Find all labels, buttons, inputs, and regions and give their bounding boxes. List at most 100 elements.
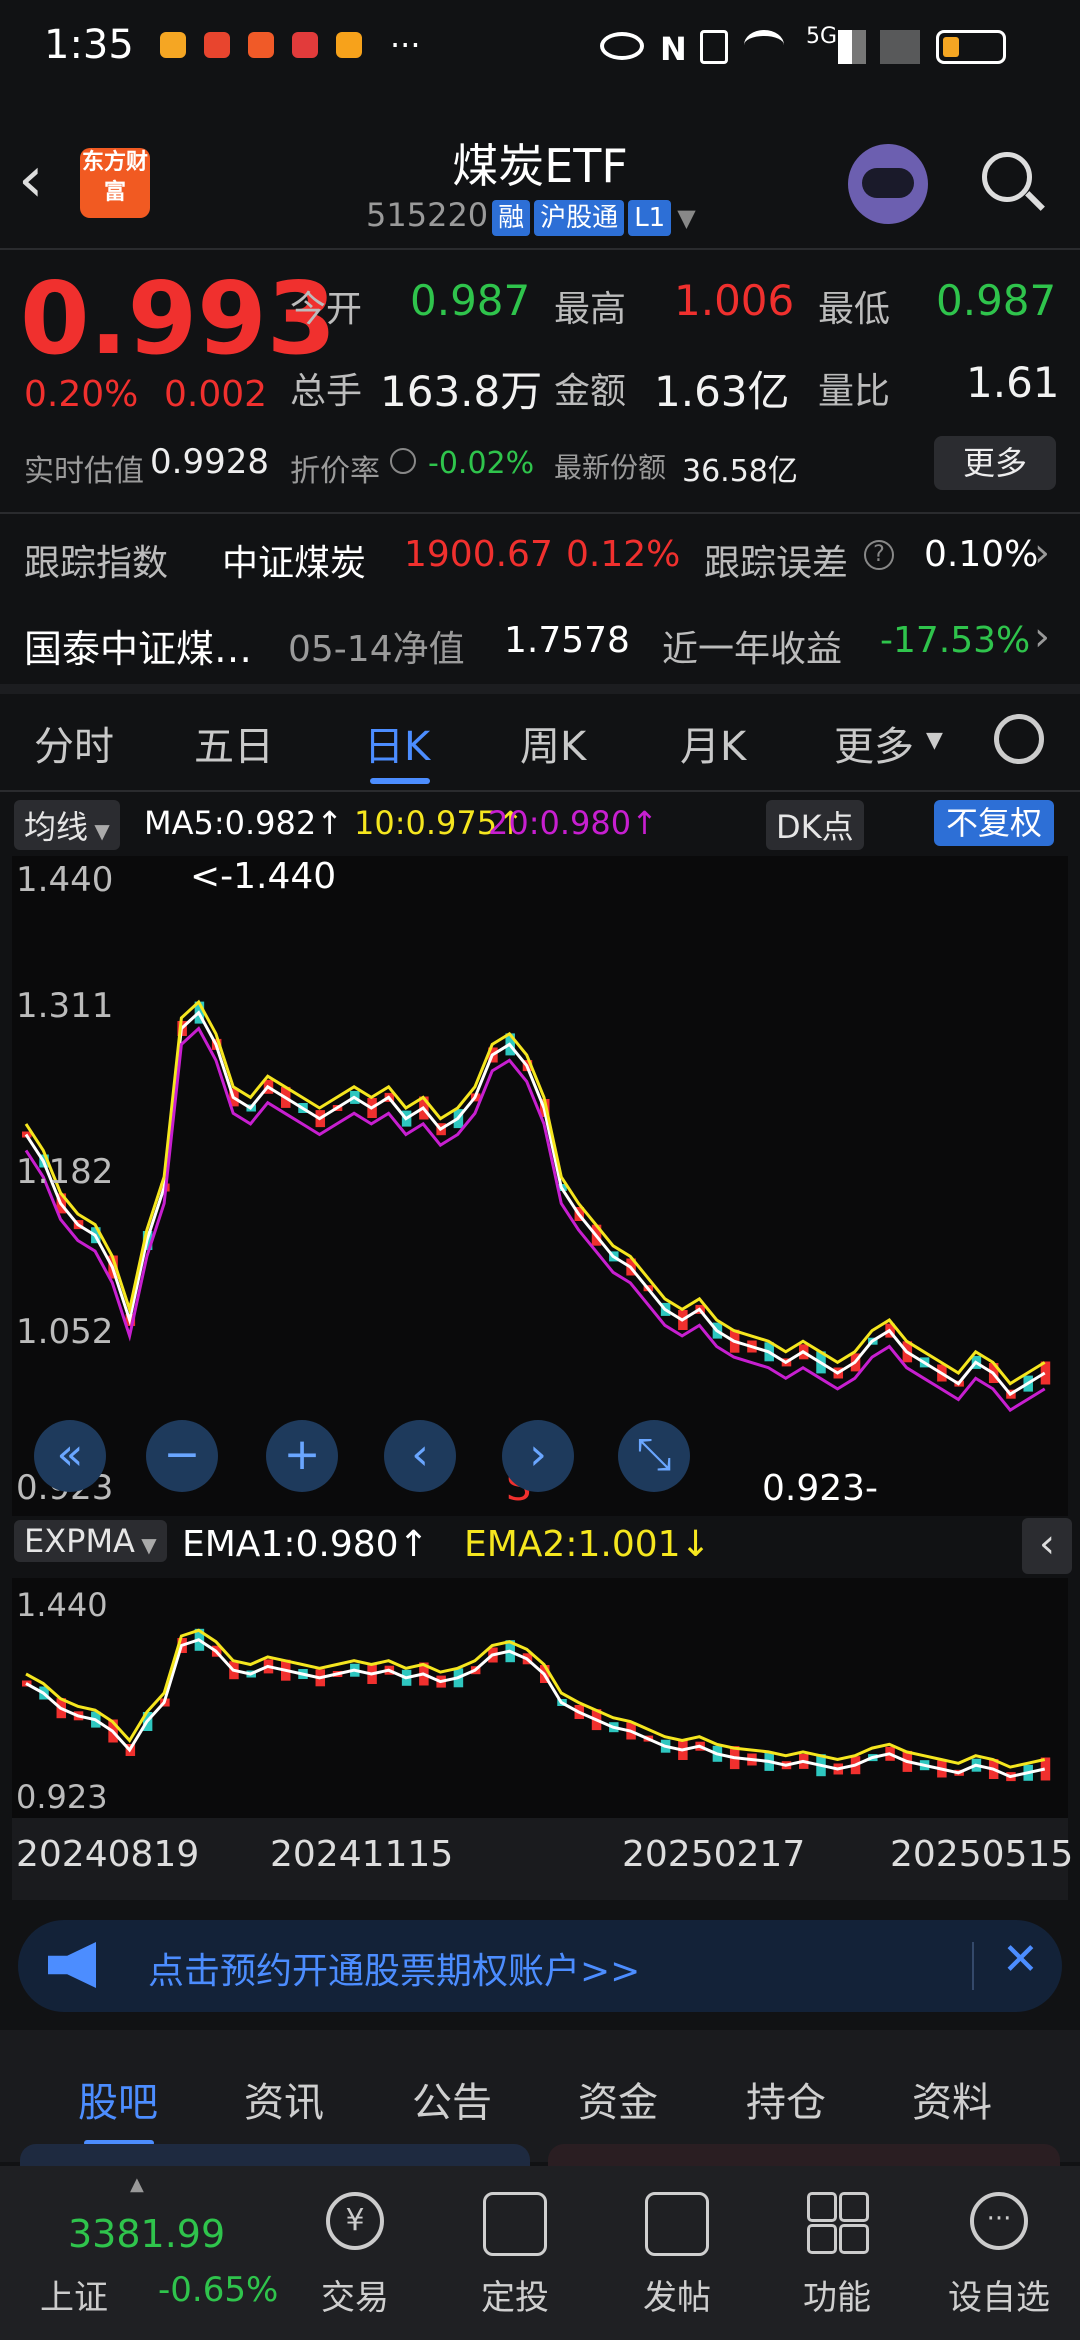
divider <box>0 248 1080 250</box>
app-icon <box>248 32 274 58</box>
nav-post[interactable]: 发帖 <box>612 2166 742 2340</box>
high-label: 最高 <box>554 289 627 330</box>
edit-icon <box>645 2192 709 2256</box>
adjust-button[interactable]: 不复权 <box>934 800 1055 846</box>
tab-forum[interactable]: 股吧 <box>78 2070 158 2128</box>
divider <box>0 790 1080 792</box>
date-axis: 20240819 20241115 20250217 20250515 <box>12 1818 1073 1900</box>
robot-avatar[interactable] <box>848 144 928 224</box>
help-icon[interactable]: ? <box>864 540 894 570</box>
close-icon[interactable]: ✕ <box>1002 1934 1039 1985</box>
tab-intraday[interactable]: 分时 <box>34 714 114 772</box>
min-annotation: 0.923- <box>762 1468 879 1509</box>
content-tabs: 股吧 资讯 公告 资金 持仓 资料 <box>0 2030 1080 2162</box>
tab-weekly-k[interactable]: 周K <box>520 714 586 772</box>
index-value: 3381.99 <box>68 2212 226 2256</box>
current-price: 0.993 <box>20 260 337 377</box>
dk-point-button[interactable]: DK点 <box>766 800 864 850</box>
index-ticker[interactable]: ▲ 3381.99 上证 -0.65% <box>0 2166 290 2340</box>
zoom-out-button[interactable]: − <box>146 1420 218 1492</box>
chart-tabs: 分时 五日 日K 周K 月K 更多 ▼ <box>0 694 1080 794</box>
iopv-label: 实时估值 <box>24 454 144 489</box>
discount-value: -0.02% <box>428 446 535 481</box>
taobao-icon <box>336 32 362 58</box>
tracking-error-value: 0.10% <box>924 534 1039 575</box>
expand-button[interactable]: ⤡ <box>618 1420 690 1492</box>
app-icon <box>204 32 230 58</box>
tab-profile[interactable]: 资料 <box>912 2070 992 2128</box>
kline-svg <box>22 999 1051 1413</box>
scroll-left-fast-button[interactable]: « <box>34 1420 106 1492</box>
options-banner[interactable]: 点击预约开通股票期权账户>> ✕ <box>18 1920 1062 2012</box>
tab-five-day[interactable]: 五日 <box>194 714 274 772</box>
more-dots-icon: ··· <box>970 2192 1028 2250</box>
date-label: 20250217 <box>622 1834 806 1875</box>
tracking-index-pct: 0.12% <box>566 534 681 575</box>
tracking-index-value: 1900.67 <box>404 534 553 575</box>
ma5-line <box>25 1638 1046 1779</box>
nav-trade[interactable]: ¥ 交易 <box>290 2166 420 2340</box>
tracking-row[interactable]: 跟踪指数 中证煤炭 1900.67 0.12% 跟踪误差 ? 0.10% › <box>0 520 1080 600</box>
y-axis-tick: 1.311 <box>16 986 114 1026</box>
y-axis-tick: 1.052 <box>16 1312 114 1352</box>
fund-row[interactable]: 国泰中证煤… 05-14净值 1.7578 近一年收益 -17.53% › <box>0 600 1080 680</box>
nav-label: 设自选 <box>948 2278 1050 2318</box>
divider <box>0 512 1080 514</box>
scroll-left-button[interactable]: ‹ <box>384 1420 456 1492</box>
ma-selector-label: 均线 <box>24 808 89 846</box>
sub-y-max: 1.440 <box>16 1586 108 1624</box>
nav-functions[interactable]: 功能 <box>772 2166 902 2340</box>
discount-label: 折价率 <box>290 454 380 489</box>
ma5-value: MA5:0.982↑ <box>144 804 344 842</box>
yen-icon: ¥ <box>326 2192 384 2250</box>
ma-selector[interactable]: 均线 ▼ <box>14 800 120 850</box>
battery-icon <box>936 30 1006 64</box>
tab-holdings[interactable]: 持仓 <box>746 2070 826 2128</box>
nav-label: 交易 <box>321 2278 389 2318</box>
tab-funds[interactable]: 资金 <box>578 2070 658 2128</box>
scroll-right-button[interactable]: › <box>502 1420 574 1492</box>
more-button[interactable]: 更多 <box>934 436 1056 490</box>
open-value: 0.987 <box>410 276 531 325</box>
sub-y-min: 0.923 <box>16 1778 108 1816</box>
tab-daily-k[interactable]: 日K <box>364 714 430 772</box>
volume-label: 总手 <box>290 371 363 412</box>
info-icon[interactable] <box>390 448 416 474</box>
chevron-down-icon[interactable]: ▼ <box>677 204 695 232</box>
shares-value: 36.58亿 <box>682 454 798 489</box>
chart-icon <box>483 2192 547 2256</box>
zoom-in-button[interactable]: + <box>266 1420 338 1492</box>
nfc-icon: N <box>660 30 687 68</box>
chevron-right-icon: › <box>1034 614 1050 660</box>
year-return-label: 近一年收益 <box>662 629 843 670</box>
grid-icon <box>807 2192 869 2254</box>
low-value: 0.987 <box>936 276 1057 325</box>
tab-news[interactable]: 资讯 <box>244 2070 324 2128</box>
sub-indicator-selector[interactable]: EXPMA ▼ <box>14 1520 167 1562</box>
nav-label: 05-14净值 <box>288 629 465 670</box>
sub-indicator-label: EXPMA <box>24 1522 135 1560</box>
nav-value: 1.7578 <box>504 620 630 661</box>
change-value: 0.002 <box>164 374 268 415</box>
ema-chart[interactable]: 1.440 0.923 <box>12 1578 1068 1818</box>
change-pct: 0.20% <box>24 374 139 415</box>
tab-announcements[interactable]: 公告 <box>412 2070 492 2128</box>
open-label: 今开 <box>290 289 363 330</box>
signal-icon <box>838 30 866 64</box>
date-label: 20240819 <box>16 1834 200 1875</box>
tab-monthly-k[interactable]: 月K <box>680 714 746 772</box>
kline-chart[interactable]: 1.440 1.311 1.182 1.052 0.923 <-1.440 0.… <box>12 856 1068 1516</box>
nav-watchlist[interactable]: ··· 设自选 <box>934 2166 1064 2340</box>
weibo-icon <box>160 32 186 58</box>
tag-margin: 融 <box>492 200 531 236</box>
tab-more[interactable]: 更多 <box>834 714 914 772</box>
chevron-down-icon: ▼ <box>926 728 943 753</box>
collapse-button[interactable]: ‹ <box>1022 1518 1072 1574</box>
tag-connect: 沪股通 <box>534 200 625 236</box>
nav-fixed-invest[interactable]: 定投 <box>450 2166 580 2340</box>
y-axis-max: 1.440 <box>16 860 114 900</box>
shares-label: 最新份额 <box>554 451 667 484</box>
amount-label: 金额 <box>554 371 627 412</box>
gear-icon[interactable] <box>994 714 1044 764</box>
tag-level: L1 <box>628 200 672 236</box>
